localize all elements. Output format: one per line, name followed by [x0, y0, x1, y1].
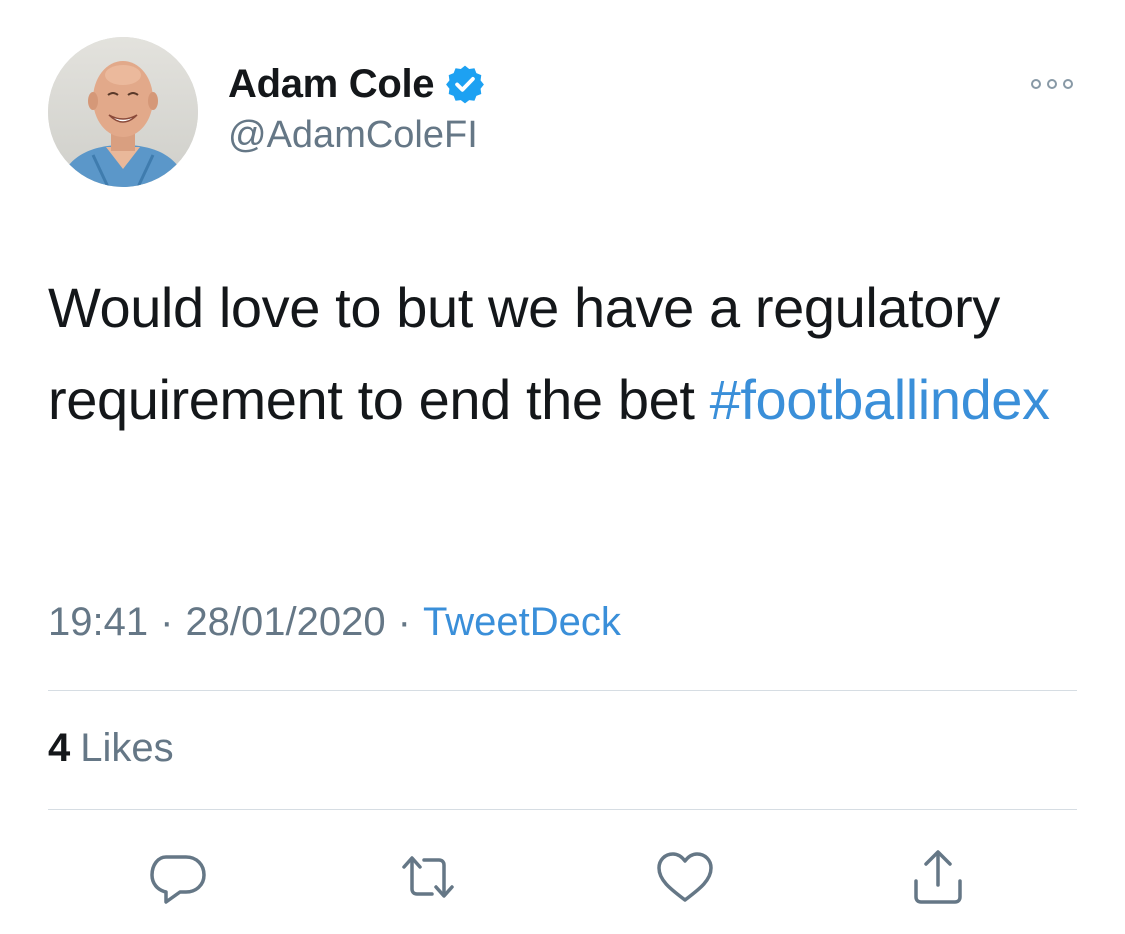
tweet-time: 19:41 [48, 600, 149, 644]
meta-separator: · [160, 600, 174, 644]
tweet-metadata: 19:41 · 28/01/2020 · TweetDeck [48, 600, 621, 645]
meta-separator: · [397, 600, 411, 644]
verified-badge-icon [444, 63, 486, 105]
tweet-source-link[interactable]: TweetDeck [423, 600, 621, 644]
retweet-button[interactable] [396, 845, 460, 909]
likes-count: 4 [48, 726, 71, 770]
avatar[interactable] [48, 37, 198, 187]
reply-button[interactable] [146, 845, 210, 909]
hashtag-link[interactable]: #footballindex [710, 368, 1050, 431]
like-button[interactable] [653, 845, 717, 909]
tweet-date: 28/01/2020 [185, 600, 386, 644]
avatar-photo [48, 37, 198, 187]
divider [48, 809, 1077, 810]
more-options-icon[interactable] [1028, 74, 1076, 94]
author-display-name[interactable]: Adam Cole [228, 62, 435, 107]
retweet-icon [396, 845, 460, 909]
author-handle[interactable]: @AdamColeFI [228, 114, 478, 157]
likes-label: Likes [80, 726, 174, 770]
tweet-text: Would love to but we have a regulatory r… [48, 262, 1088, 446]
reply-icon [146, 845, 210, 909]
share-icon [906, 845, 970, 909]
like-icon [653, 845, 717, 909]
author-name-row: Adam Cole [228, 58, 486, 110]
tweet-detail: Adam Cole @AdamColeFI Would love to but … [0, 0, 1125, 934]
likes-count-link[interactable]: 4 Likes [48, 726, 174, 771]
share-button[interactable] [906, 845, 970, 909]
divider [48, 690, 1077, 691]
